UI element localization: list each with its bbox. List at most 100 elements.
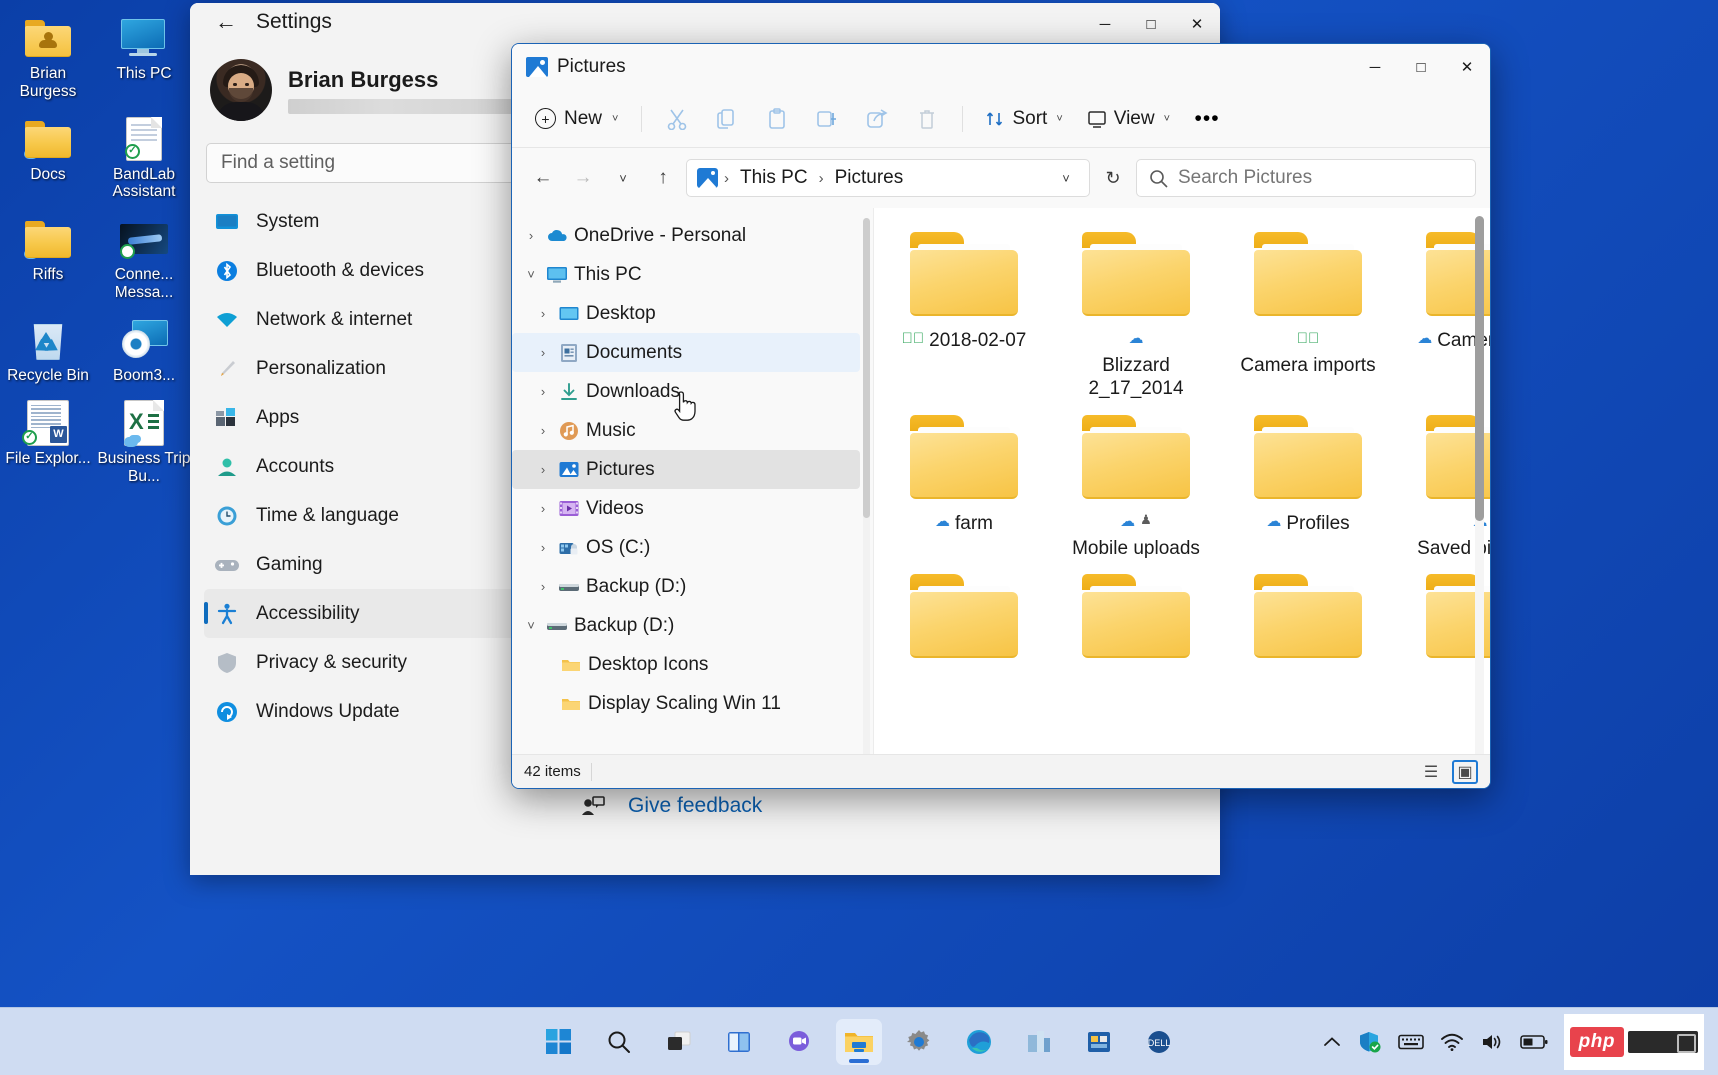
- keyboard-icon[interactable]: [1398, 1022, 1424, 1062]
- edge-button[interactable]: [956, 1019, 1002, 1065]
- cut-button[interactable]: [654, 99, 700, 139]
- file-item[interactable]: [894, 568, 1034, 662]
- file-item[interactable]: ☁ Blizzard 2_17_2014: [1066, 226, 1206, 401]
- sidebar-item-windows-update[interactable]: Windows Update: [204, 687, 534, 736]
- settings-close-button[interactable]: ✕: [1174, 3, 1220, 45]
- volume-icon[interactable]: [1480, 1022, 1504, 1062]
- forward-button[interactable]: →: [566, 161, 600, 195]
- settings-maximize-button[interactable]: □: [1128, 3, 1174, 45]
- file-list-scrollbar[interactable]: [1475, 216, 1484, 754]
- chevron-down-icon[interactable]: ˅: [522, 618, 540, 633]
- file-list-pane[interactable]: ✓⃝ 2018-02-07 ☁ Blizzard 2_17_2014 ✓⃝: [874, 208, 1490, 754]
- chat-button[interactable]: [776, 1019, 822, 1065]
- chevron-right-icon[interactable]: ›: [534, 423, 552, 438]
- chevron-down-icon[interactable]: ˅: [522, 267, 540, 282]
- wifi-icon[interactable]: [1440, 1022, 1464, 1062]
- tree-scrollbar-thumb[interactable]: [863, 218, 870, 518]
- widgets-button[interactable]: [716, 1019, 762, 1065]
- microsoft-store-button[interactable]: [1076, 1019, 1122, 1065]
- tree-item-videos[interactable]: › Videos: [512, 489, 860, 528]
- chevron-right-icon[interactable]: ›: [534, 501, 552, 516]
- file-list-scrollbar-thumb[interactable]: [1475, 216, 1484, 521]
- rename-button[interactable]: [804, 99, 850, 139]
- chevron-right-icon[interactable]: ›: [534, 462, 552, 477]
- recent-locations-button[interactable]: ˅: [606, 161, 640, 195]
- desktop-icon-recycle-bin[interactable]: Recycle Bin: [0, 310, 96, 385]
- file-explorer-button[interactable]: [836, 1019, 882, 1065]
- back-button[interactable]: ←: [526, 161, 560, 195]
- chevron-right-icon[interactable]: ›: [522, 228, 540, 243]
- tree-item-pictures[interactable]: › Pictures: [512, 450, 860, 489]
- desktop-icon-brian-burgess[interactable]: Brian Burgess: [0, 8, 96, 101]
- navigation-pane[interactable]: › OneDrive - Personal ˅ This PC › Deskto…: [512, 208, 874, 754]
- chevron-down-icon[interactable]: ˅: [612, 113, 618, 125]
- large-icons-view-button[interactable]: ▣: [1452, 760, 1478, 784]
- tree-item-os-c-drive[interactable]: › OS (C:): [512, 528, 860, 567]
- settings-button[interactable]: [896, 1019, 942, 1065]
- file-item[interactable]: ☁ farm: [894, 409, 1034, 560]
- sidebar-item-personalization[interactable]: Personalization: [204, 344, 534, 393]
- refresh-button[interactable]: ↻: [1096, 161, 1130, 195]
- tree-item-downloads[interactable]: › Downloads: [512, 372, 860, 411]
- explorer-minimize-button[interactable]: ─: [1352, 46, 1398, 88]
- sidebar-item-accessibility[interactable]: Accessibility: [204, 589, 534, 638]
- chevron-right-icon[interactable]: ›: [534, 384, 552, 399]
- delete-button[interactable]: [904, 99, 950, 139]
- sidebar-item-time-language[interactable]: Time & language: [204, 491, 534, 540]
- more-options-button[interactable]: •••: [1184, 99, 1230, 139]
- details-view-button[interactable]: ☰: [1418, 760, 1444, 784]
- view-button[interactable]: View ˅: [1077, 101, 1180, 137]
- file-item[interactable]: ✓⃝ Camera imports: [1238, 226, 1378, 401]
- file-item[interactable]: ✓⃝ 2018-02-07: [894, 226, 1034, 401]
- desktop-icon-connected-message[interactable]: Conne... Messa...: [96, 209, 192, 302]
- user-profile[interactable]: Brian Burgess: [204, 45, 520, 135]
- tree-item-display-scaling-win-11[interactable]: Display Scaling Win 11: [512, 684, 860, 723]
- up-button[interactable]: ↑: [646, 161, 680, 195]
- explorer-maximize-button[interactable]: □: [1398, 46, 1444, 88]
- tree-item-onedrive-personal[interactable]: › OneDrive - Personal: [512, 216, 860, 255]
- tree-scrollbar[interactable]: [863, 218, 870, 754]
- chevron-right-icon[interactable]: ›: [534, 345, 552, 360]
- search-input[interactable]: Search Pictures: [1136, 159, 1476, 197]
- dell-button[interactable]: DELL: [1136, 1019, 1182, 1065]
- sidebar-item-privacy-security[interactable]: Privacy & security: [204, 638, 534, 687]
- sort-button[interactable]: Sort ˅: [975, 101, 1072, 137]
- sidebar-item-bluetooth-devices[interactable]: Bluetooth & devices: [204, 246, 534, 295]
- sidebar-item-network-internet[interactable]: Network & internet: [204, 295, 534, 344]
- sidebar-item-system[interactable]: System: [204, 197, 534, 246]
- sidebar-item-gaming[interactable]: Gaming: [204, 540, 534, 589]
- new-button[interactable]: + New ˅: [524, 101, 629, 137]
- chevron-right-icon[interactable]: ›: [534, 540, 552, 555]
- tree-item-desktop[interactable]: › Desktop: [512, 294, 860, 333]
- give-feedback-link[interactable]: Give feedback: [580, 793, 762, 819]
- tree-item-backup-d-drive-child[interactable]: › Backup (D:): [512, 567, 860, 606]
- desktop-icon-business-trip-budget[interactable]: X Business Trip Bu...: [96, 393, 192, 486]
- file-item[interactable]: ☁ Profiles: [1238, 409, 1378, 560]
- file-item[interactable]: [1238, 568, 1378, 662]
- find-a-setting-input[interactable]: Find a setting: [206, 143, 526, 183]
- start-button[interactable]: [536, 1019, 582, 1065]
- desktop-icon-docs[interactable]: Docs: [0, 109, 96, 202]
- sidebar-item-accounts[interactable]: Accounts: [204, 442, 534, 491]
- task-view-button[interactable]: [656, 1019, 702, 1065]
- security-shield-icon[interactable]: [1358, 1022, 1382, 1062]
- desktop-icon-file-explorer-doc[interactable]: W ✓ File Explor...: [0, 393, 96, 486]
- file-explorer-window[interactable]: Pictures ─ □ ✕ + New ˅: [511, 43, 1491, 789]
- tree-item-documents[interactable]: › Documents: [512, 333, 860, 372]
- breadcrumb[interactable]: › This PC › Pictures ˅: [686, 159, 1090, 197]
- file-item[interactable]: [1066, 568, 1206, 662]
- settings-minimize-button[interactable]: ─: [1082, 3, 1128, 45]
- show-hidden-icons-button[interactable]: [1322, 1022, 1342, 1062]
- chevron-right-icon[interactable]: ›: [534, 306, 552, 321]
- tree-item-backup-d-drive-root[interactable]: ˅ Backup (D:): [512, 606, 860, 645]
- tree-item-this-pc[interactable]: ˅ This PC: [512, 255, 860, 294]
- tree-item-music[interactable]: › Music: [512, 411, 860, 450]
- explorer-close-button[interactable]: ✕: [1444, 46, 1490, 88]
- tree-item-desktop-icons[interactable]: Desktop Icons: [512, 645, 860, 684]
- desktop-icon-boom3d[interactable]: Boom3...: [96, 310, 192, 385]
- chevron-right-icon[interactable]: ›: [534, 579, 552, 594]
- breadcrumb-pictures[interactable]: Pictures: [830, 164, 909, 192]
- desktop-icon-this-pc[interactable]: This PC: [96, 8, 192, 101]
- back-arrow-icon[interactable]: ←: [212, 9, 240, 35]
- desktop-icon-bandlab-assistant[interactable]: ✓ BandLab Assistant: [96, 109, 192, 202]
